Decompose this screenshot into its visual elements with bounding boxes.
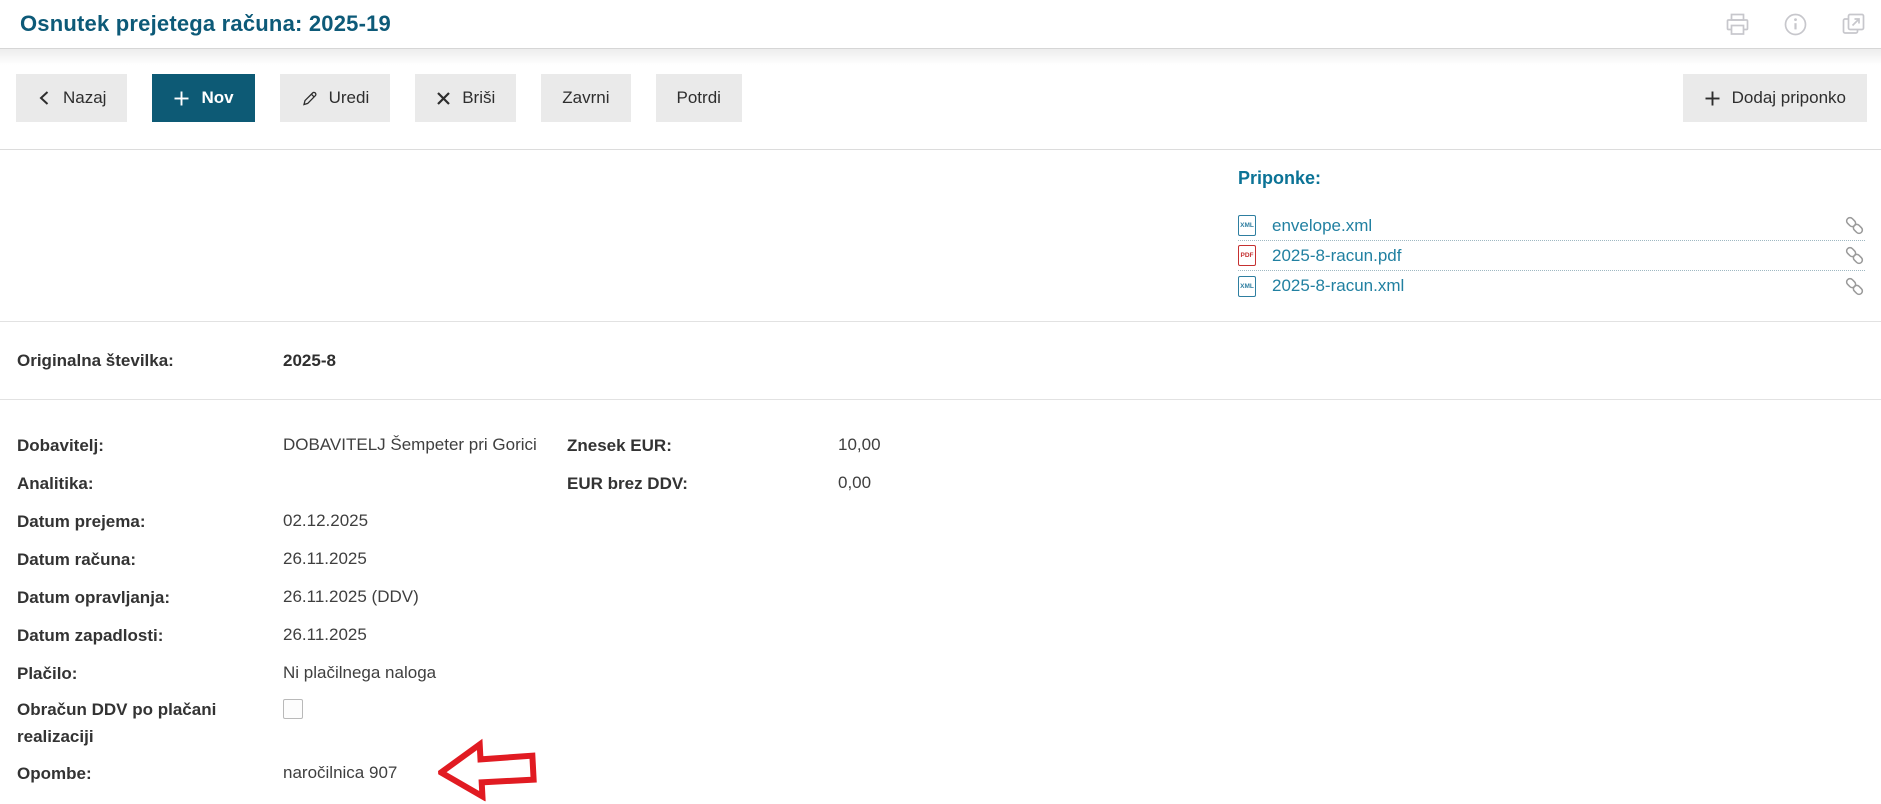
confirm-button[interactable]: Potrdi	[655, 74, 742, 122]
back-button-label: Nazaj	[63, 88, 107, 107]
amount-eur-value: 10,00	[838, 435, 881, 454]
invoice-date-label: Datum računa:	[17, 549, 137, 569]
payment-row: Plačilo: Ni plačilnega naloga	[17, 654, 1881, 692]
link-icon[interactable]	[1844, 215, 1865, 236]
titlebar: Osnutek prejetega računa: 2025-19	[0, 0, 1881, 49]
eur-without-vat-label: EUR brez DDV:	[567, 473, 688, 493]
attachment-link[interactable]: 2025-8-racun.pdf	[1272, 246, 1401, 266]
attachment-row: XML 2025-8-racun.xml	[1238, 271, 1865, 301]
original-number-label: Originalna številka:	[17, 351, 174, 370]
edit-button[interactable]: Uredi	[279, 74, 391, 122]
service-date-value: 26.11.2025 (DDV)	[283, 587, 419, 606]
attachment-link[interactable]: 2025-8-racun.xml	[1272, 276, 1404, 296]
payment-label: Plačilo:	[17, 663, 78, 683]
delete-button-label: Briši	[462, 88, 496, 107]
due-date-label: Datum zapadlosti:	[17, 625, 164, 645]
confirm-button-label: Potrdi	[676, 88, 721, 107]
amounts-column: Znesek EUR: 10,00 EUR brez DDV: 0,00	[567, 426, 881, 502]
attachment-link[interactable]: envelope.xml	[1272, 216, 1372, 236]
chevron-left-icon	[39, 91, 49, 105]
page-title: Osnutek prejetega računa: 2025-19	[20, 11, 391, 36]
reject-button[interactable]: Zavrni	[541, 74, 631, 122]
vat-cash-accounting-label: Obračun DDV po plačani realizaciji	[17, 700, 217, 746]
eur-without-vat-value: 0,00	[838, 473, 872, 492]
edit-button-label: Uredi	[328, 88, 370, 107]
attachments-section: Priponke: XML envelope.xml PDF 2025-8-ra…	[0, 151, 1881, 322]
invoice-date-value: 26.11.2025	[283, 549, 367, 568]
receipt-date-label: Datum prejema:	[17, 511, 146, 531]
back-button[interactable]: Nazaj	[16, 74, 128, 122]
new-button-label: Nov	[201, 88, 234, 107]
service-date-label: Datum opravljanja:	[17, 587, 171, 607]
x-mark-icon	[437, 91, 450, 105]
new-button[interactable]: Nov	[152, 74, 255, 122]
payment-value: Ni plačilnega naloga	[283, 663, 437, 682]
plus-icon	[174, 91, 189, 105]
xml-file-icon: XML	[1238, 215, 1256, 236]
supplier-value: DOBAVITELJ Šempeter pri Gorici	[283, 435, 537, 454]
supplier-label: Dobavitelj:	[17, 435, 104, 455]
notes-row: Opombe: naročilnica 907	[17, 754, 1881, 792]
notes-value: naročilnica 907	[283, 763, 398, 782]
reject-button-label: Zavrni	[562, 88, 610, 107]
original-number-value: 2025-8	[283, 351, 336, 370]
analytics-row: Analitika:	[17, 464, 1881, 502]
plus-icon	[1705, 91, 1720, 105]
vat-cash-accounting-row: Obračun DDV po plačani realizaciji	[17, 696, 1881, 750]
toolbar: Nazaj Nov Uredi Briši Zavrni Potrdi Doda…	[0, 49, 1881, 150]
xml-file-icon: XML	[1238, 275, 1256, 297]
amount-eur-row: Znesek EUR: 10,00	[567, 426, 881, 464]
vat-cash-accounting-checkbox[interactable]	[283, 699, 303, 719]
due-date-value: 26.11.2025	[283, 625, 367, 644]
pencil-icon	[302, 91, 317, 105]
invoice-details: Dobavitelj: DOBAVITELJ Šempeter pri Gori…	[0, 400, 1881, 804]
notes-label: Opombe:	[17, 763, 92, 783]
receipt-date-row: Datum prejema: 02.12.2025	[17, 502, 1881, 540]
amount-eur-label: Znesek EUR:	[567, 435, 672, 455]
receipt-date-value: 02.12.2025	[283, 511, 369, 530]
attachment-list: XML envelope.xml PDF 2025-8-racun.pdf XM…	[1238, 211, 1865, 301]
delete-button[interactable]: Briši	[415, 74, 517, 122]
attachment-row: XML envelope.xml	[1238, 211, 1865, 241]
info-icon[interactable]	[1782, 11, 1809, 38]
attachments-block: Priponke: XML envelope.xml PDF 2025-8-ra…	[1238, 165, 1865, 301]
due-date-row: Datum zapadlosti: 26.11.2025	[17, 616, 1881, 654]
invoice-date-row: Datum računa: 26.11.2025	[17, 540, 1881, 578]
add-attachment-button[interactable]: Dodaj priponko	[1682, 74, 1867, 122]
titlebar-actions	[1724, 11, 1867, 38]
supplier-row: Dobavitelj: DOBAVITELJ Šempeter pri Gori…	[17, 426, 1881, 464]
attachment-row: PDF 2025-8-racun.pdf	[1238, 241, 1865, 271]
link-icon[interactable]	[1844, 245, 1865, 266]
toolbar-left-group: Nazaj Nov Uredi Briši Zavrni Potrdi	[16, 74, 742, 122]
add-attachment-label: Dodaj priponko	[1731, 88, 1846, 107]
eur-without-vat-row: EUR brez DDV: 0,00	[567, 464, 881, 502]
service-date-row: Datum opravljanja: 26.11.2025 (DDV)	[17, 578, 1881, 616]
pdf-file-icon: PDF	[1238, 245, 1256, 266]
printer-icon[interactable]	[1724, 11, 1751, 38]
open-in-new-icon[interactable]	[1840, 11, 1867, 38]
attachments-heading: Priponke:	[1238, 168, 1322, 188]
analytics-label: Analitika:	[17, 473, 94, 493]
invoice-draft-page: Osnutek prejetega računa: 2025-19 Nazaj …	[0, 0, 1881, 804]
link-icon[interactable]	[1844, 276, 1865, 297]
original-number-row: Originalna številka: 2025-8	[0, 323, 1881, 400]
